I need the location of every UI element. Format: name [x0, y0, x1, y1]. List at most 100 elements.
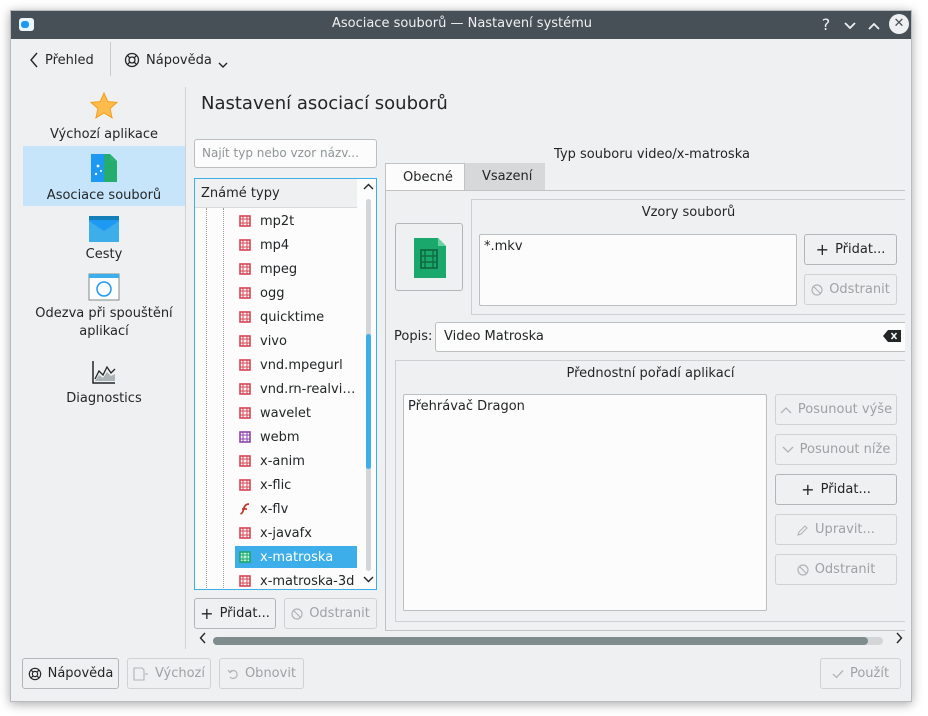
- move-down-button[interactable]: Posunout níže: [775, 434, 897, 465]
- tree-row-label: x-anim: [260, 453, 305, 469]
- apps-list[interactable]: Přehrávač Dragon: [403, 394, 767, 611]
- back-button[interactable]: Přehled: [29, 47, 94, 73]
- remove-app-label: Odstranit: [814, 562, 876, 577]
- sidebar-item-label: Cesty: [85, 247, 123, 262]
- tree-row-label: vnd.rn-realvid...: [260, 381, 357, 397]
- defaults-button[interactable]: Výchozí: [127, 658, 211, 689]
- sidebar-item-launch-feedback[interactable]: Odezva při spouštění aplikací: [23, 273, 185, 353]
- tree-row[interactable]: ogg: [235, 282, 357, 304]
- tree-header[interactable]: Známé typy: [195, 179, 357, 208]
- scroll-down-icon[interactable]: [362, 573, 375, 586]
- list-item[interactable]: *.mkv: [484, 239, 792, 254]
- maximize-icon[interactable]: [863, 14, 885, 36]
- scroll-up-icon[interactable]: [362, 181, 375, 194]
- chevron-up-icon: [780, 406, 792, 413]
- chevron-down-icon: [782, 446, 794, 453]
- sidebar-item-file-associations[interactable]: Asociace souborů: [23, 146, 185, 206]
- tree-row[interactable]: mp2t: [235, 210, 357, 232]
- help-icon[interactable]: ?: [815, 14, 837, 36]
- film-icon: [239, 311, 251, 323]
- tree-row[interactable]: x-flv: [235, 498, 357, 520]
- remove-app-button[interactable]: Odstranit: [775, 554, 897, 585]
- file-associations-icon: [91, 154, 117, 182]
- plus-icon: +: [200, 604, 214, 623]
- film-icon: [239, 575, 251, 587]
- scroll-right-icon[interactable]: [895, 632, 903, 648]
- move-up-label: Posunout výše: [797, 402, 893, 417]
- tree-row[interactable]: vnd.mpegurl: [235, 354, 357, 376]
- sidebar-divider: [185, 87, 186, 649]
- tree-row-label: x-matroska-3d: [260, 573, 355, 589]
- tree-row[interactable]: x-flic: [235, 474, 357, 496]
- tree-row[interactable]: mpeg: [235, 258, 357, 280]
- help-menu-button[interactable]: Nápověda: [124, 47, 228, 73]
- film-icon: [239, 359, 251, 371]
- add-pattern-button[interactable]: + Přidat...: [804, 234, 897, 265]
- tree-row[interactable]: quicktime: [235, 306, 357, 328]
- film-icon: [239, 527, 251, 539]
- chevron-down-icon: [218, 62, 228, 68]
- tree-row-label: wavelet: [260, 405, 311, 421]
- add-app-button[interactable]: + Přidat...: [775, 474, 897, 505]
- tree-scrollbar[interactable]: [360, 179, 376, 589]
- tree-row[interactable]: vnd.rn-realvid...: [235, 378, 357, 400]
- remove-type-button[interactable]: Odstranit: [284, 598, 377, 629]
- remove-pattern-label: Odstranit: [829, 282, 890, 297]
- film-icon: [239, 287, 251, 299]
- patterns-list[interactable]: *.mkv: [479, 234, 797, 306]
- pencil-icon: [797, 524, 808, 536]
- sidebar-item-label: Odezva při spouštění aplikací: [35, 306, 173, 339]
- defaults-button-label: Výchozí: [154, 666, 205, 681]
- minimize-icon[interactable]: [839, 14, 861, 36]
- tab-embedding[interactable]: Vsazení: [465, 163, 545, 191]
- toolbar: Přehled Nápověda: [11, 39, 911, 79]
- back-label: Přehled: [45, 52, 94, 68]
- clear-icon[interactable]: [883, 330, 901, 342]
- tree-row-label: quicktime: [260, 309, 325, 325]
- scroll-thumb[interactable]: [366, 334, 371, 469]
- film-icon: [239, 455, 251, 467]
- scroll-thumb[interactable]: [213, 637, 868, 645]
- remove-pattern-button[interactable]: Odstranit: [804, 274, 897, 305]
- add-type-label: Přidat...: [219, 606, 270, 621]
- edit-app-button[interactable]: Upravit...: [775, 514, 897, 545]
- title-bar: Asociace souborů — Nastavení systému ? ✕: [11, 11, 911, 39]
- filetype-icon-button[interactable]: [395, 223, 463, 291]
- checkmark-icon: [832, 669, 844, 678]
- add-app-label: Přidat...: [820, 482, 871, 497]
- search-input[interactable]: Najít typ nebo vzor názv...: [194, 139, 377, 168]
- tree-guide-line: [223, 208, 224, 589]
- film-icon: [239, 479, 251, 491]
- tree-row[interactable]: webm: [235, 426, 357, 448]
- reset-button[interactable]: Obnovit: [219, 658, 304, 689]
- list-item[interactable]: Přehrávač Dragon: [408, 399, 762, 414]
- description-field[interactable]: Video Matroska: [435, 322, 905, 352]
- close-icon[interactable]: ✕: [889, 14, 909, 34]
- tree-row[interactable]: vivo: [235, 330, 357, 352]
- move-down-label: Posunout níže: [799, 442, 891, 457]
- sidebar-item-diagnostics[interactable]: Diagnostics: [23, 359, 185, 409]
- scroll-left-icon[interactable]: [199, 632, 207, 648]
- tab-general[interactable]: Obecné: [385, 163, 465, 191]
- file-patterns-title: Vzory souborů: [641, 205, 736, 220]
- apply-button[interactable]: Použít: [820, 658, 901, 689]
- diagnostics-icon: [92, 361, 116, 384]
- tree-row[interactable]: mp4: [235, 234, 357, 256]
- tree-row[interactable]: x-anim: [235, 450, 357, 472]
- sidebar-item-paths[interactable]: Cesty: [23, 215, 185, 267]
- tree-row[interactable]: x-matroska-3d: [235, 570, 357, 589]
- add-type-button[interactable]: + Přidat...: [194, 598, 276, 629]
- tree-row-label: vivo: [260, 333, 287, 349]
- film-icon: [239, 383, 251, 395]
- window-title: Asociace souborů — Nastavení systému: [331, 16, 593, 31]
- tree-row-label: mp2t: [260, 213, 295, 229]
- tree-row[interactable]: x-matroska: [235, 546, 357, 568]
- sidebar-item-default-apps[interactable]: Výchozí aplikace: [23, 91, 185, 149]
- move-up-button[interactable]: Posunout výše: [775, 394, 897, 425]
- sidebar-item-label: Diagnostics: [66, 391, 142, 406]
- tree-row[interactable]: x-javafx: [235, 522, 357, 544]
- horizontal-scrollbar[interactable]: [195, 631, 907, 651]
- tree-row[interactable]: wavelet: [235, 402, 357, 424]
- help-button[interactable]: Nápověda: [22, 658, 119, 689]
- undo-icon: [227, 669, 238, 679]
